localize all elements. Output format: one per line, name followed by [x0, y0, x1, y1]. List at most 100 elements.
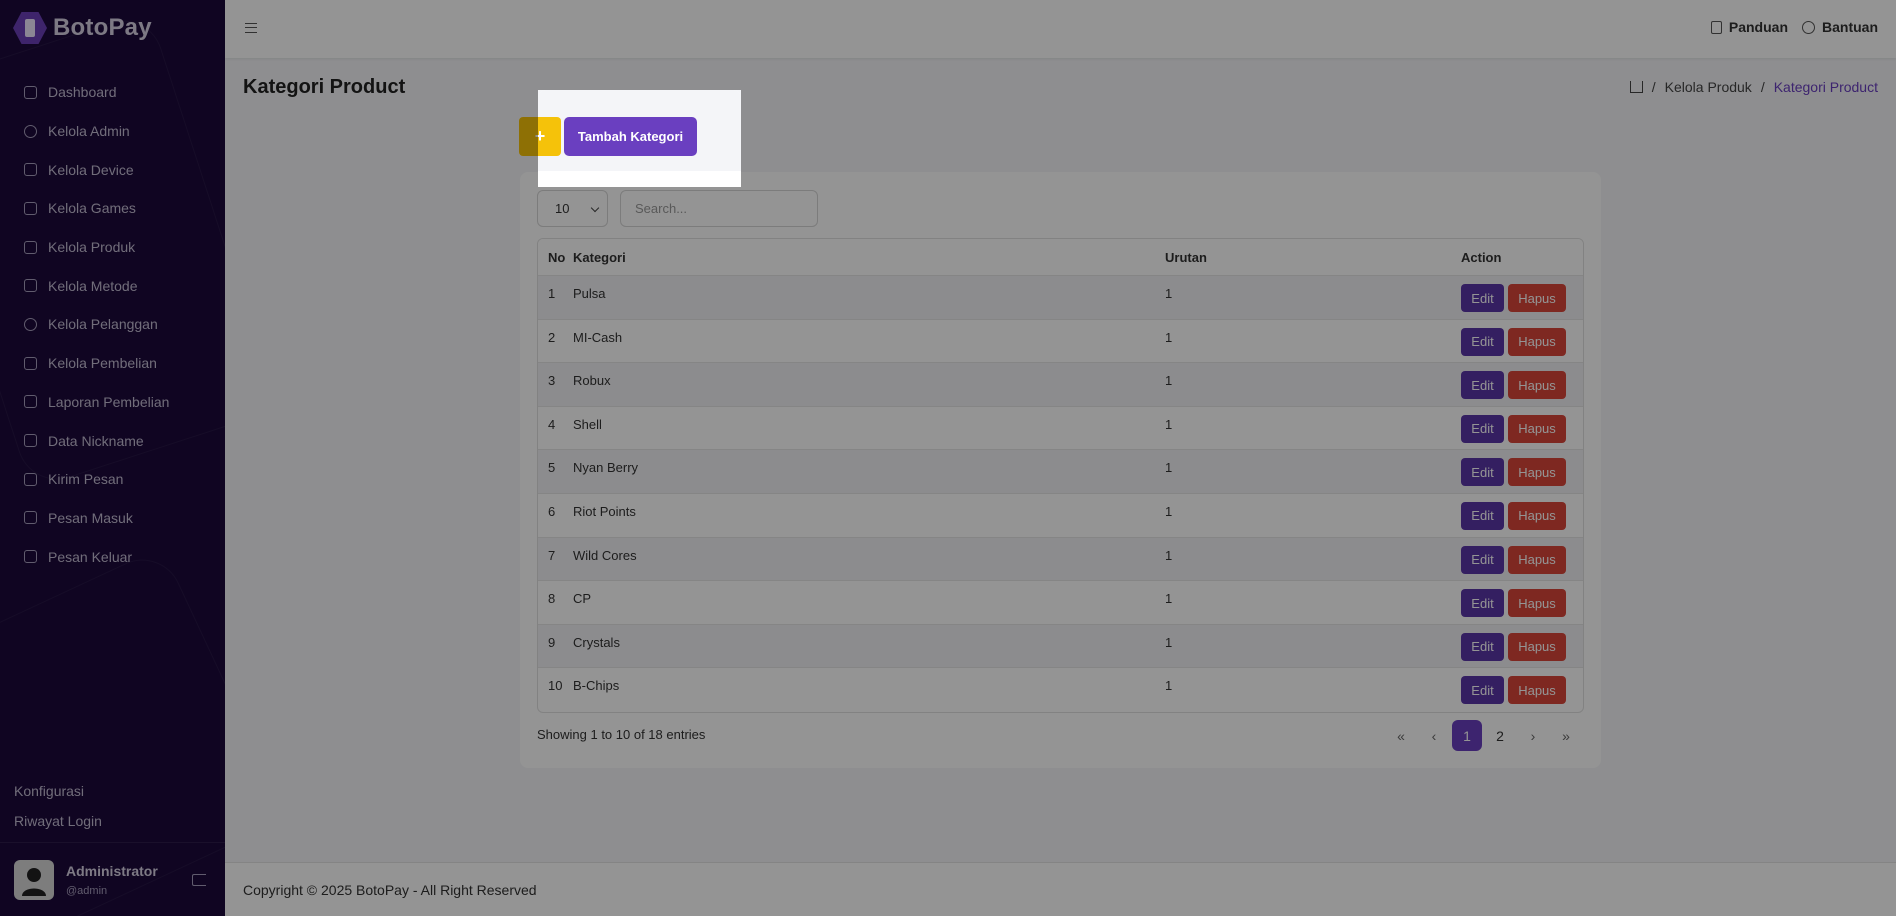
edit-button[interactable]: Edit	[1461, 589, 1504, 618]
book-icon	[1710, 20, 1722, 34]
column-header-urutan[interactable]: Urutan	[1165, 250, 1461, 265]
sidebar-item-label: Kirim Pesan	[48, 471, 124, 488]
sidebar-item-dashboard[interactable]: Dashboard	[0, 73, 225, 112]
cell-no: 7	[548, 547, 556, 563]
delete-button[interactable]: Hapus	[1508, 545, 1566, 574]
cell-urutan: 1	[1165, 286, 1173, 301]
add-category-button[interactable]: Tambah Kategori	[564, 117, 697, 156]
page-title: Kategori Product	[243, 76, 406, 98]
sidebar-item-kirim-pesan[interactable]: Kirim Pesan	[0, 460, 225, 499]
cell-urutan: 1	[1165, 416, 1173, 432]
sidebar-item-label: Laporan Pembelian	[48, 393, 170, 410]
edit-button[interactable]: Edit	[1461, 632, 1504, 661]
delete-button[interactable]: Hapus	[1508, 371, 1566, 400]
next-page-button[interactable]: ›	[1518, 720, 1548, 751]
sidebar-item-kelola-games[interactable]: Kelola Games	[0, 189, 225, 228]
edit-button[interactable]: Edit	[1461, 327, 1504, 356]
sidebar-item-pesan-keluar[interactable]: Pesan Keluar	[0, 537, 225, 576]
delete-button[interactable]: Hapus	[1508, 589, 1566, 618]
devices-icon	[24, 163, 37, 177]
sidebar-item-label: Kelola Admin	[48, 123, 130, 140]
panduan-link[interactable]: Panduan	[1710, 19, 1788, 35]
column-header-no[interactable]: No	[538, 250, 573, 265]
logout-icon[interactable]	[192, 874, 206, 886]
help-icon	[1802, 20, 1815, 34]
sidebar-item-label: Kelola Pembelian	[48, 355, 157, 372]
chevron-down-icon	[590, 203, 600, 213]
column-header-action: Action	[1461, 249, 1502, 265]
home-icon[interactable]	[1629, 81, 1643, 93]
edit-button[interactable]: Edit	[1461, 501, 1504, 530]
cell-no: 1	[548, 286, 556, 301]
bantuan-link[interactable]: Bantuan	[1802, 19, 1878, 35]
sidebar-item-laporan-pembelian[interactable]: Laporan Pembelian	[0, 383, 225, 422]
edit-button[interactable]: Edit	[1461, 414, 1504, 443]
edit-button[interactable]: Edit	[1461, 545, 1504, 574]
sidebar-item-label: Dashboard	[48, 84, 117, 101]
prev-page-button[interactable]: ‹	[1419, 720, 1449, 751]
page-length-select[interactable]: 10	[537, 190, 608, 227]
delete-button[interactable]: Hapus	[1508, 458, 1566, 487]
send-icon	[24, 472, 37, 486]
report-icon	[24, 395, 37, 409]
cell-kategori: Nyan Berry	[573, 460, 639, 476]
id-card-icon	[24, 434, 37, 448]
users-icon	[24, 317, 37, 331]
menu-toggle-icon[interactable]	[245, 23, 257, 33]
table-row: 9 Crystals 1 Edit Hapus	[538, 624, 1583, 669]
user-icon	[24, 124, 37, 138]
table-row: 4 Shell 1 Edit Hapus	[538, 407, 1583, 451]
sidebar-item-konfigurasi[interactable]: Konfigurasi	[14, 776, 102, 806]
outbox-icon	[24, 550, 37, 564]
cart-icon	[24, 356, 37, 370]
add-icon-button[interactable]: +	[519, 117, 561, 156]
delete-button[interactable]: Hapus	[1508, 284, 1566, 312]
column-header-kategori[interactable]: Kategori	[573, 250, 1165, 265]
edit-button[interactable]: Edit	[1461, 676, 1504, 705]
cell-urutan: 1	[1165, 591, 1173, 607]
table-row: 8 CP 1 Edit Hapus	[538, 581, 1583, 625]
search-input[interactable]	[620, 190, 818, 227]
kategori-table: No Kategori Urutan Action 1 Pulsa 1 Edit Hap…	[537, 238, 1584, 713]
delete-button[interactable]: Hapus	[1508, 632, 1566, 661]
user-silhouette-icon	[22, 867, 46, 896]
sidebar-nav: Dashboard Kelola Admin Kelola Device Kel…	[0, 73, 225, 576]
page-2-button[interactable]: 2	[1485, 720, 1515, 751]
sidebar-item-kelola-admin[interactable]: Kelola Admin	[0, 112, 225, 151]
cell-kategori: CP	[573, 591, 592, 607]
cell-urutan: 1	[1165, 460, 1173, 476]
breadcrumb-item-kelola-produk[interactable]: Kelola Produk	[1665, 79, 1752, 95]
sidebar-item-pesan-masuk[interactable]: Pesan Masuk	[0, 499, 225, 538]
cell-no: 6	[548, 503, 556, 519]
sidebar-item-data-nickname[interactable]: Data Nickname	[0, 421, 225, 460]
sidebar-bottom-links: Konfigurasi Riwayat Login	[14, 776, 102, 836]
sidebar-item-kelola-produk[interactable]: Kelola Produk	[0, 228, 225, 267]
edit-button[interactable]: Edit	[1461, 371, 1504, 400]
sidebar-item-kelola-pembelian[interactable]: Kelola Pembelian	[0, 344, 225, 383]
brand-logo[interactable]: BotoPay	[13, 12, 152, 44]
cell-urutan: 1	[1165, 678, 1173, 694]
delete-button[interactable]: Hapus	[1508, 676, 1566, 705]
delete-button[interactable]: Hapus	[1508, 327, 1566, 356]
edit-button[interactable]: Edit	[1461, 458, 1504, 487]
delete-button[interactable]: Hapus	[1508, 414, 1566, 443]
sidebar-item-riwayat-login[interactable]: Riwayat Login	[14, 806, 102, 836]
credit-card-icon	[24, 279, 37, 293]
last-page-button[interactable]: »	[1551, 720, 1581, 751]
edit-button[interactable]: Edit	[1461, 284, 1504, 312]
table-row: 7 Wild Cores 1 Edit Hapus	[538, 537, 1583, 582]
cell-kategori: Robux	[573, 373, 611, 389]
cell-urutan: 1	[1165, 547, 1173, 563]
page-1-button[interactable]: 1	[1452, 720, 1482, 751]
first-page-button[interactable]: «	[1386, 720, 1416, 751]
cell-kategori: MI-Cash	[573, 329, 623, 345]
table-header-row: No Kategori Urutan Action	[538, 239, 1583, 276]
user-profile: Administrator @admin	[0, 842, 225, 916]
sidebar-item-kelola-device[interactable]: Kelola Device	[0, 150, 225, 189]
table-info: Showing 1 to 10 of 18 entries	[537, 727, 706, 742]
sidebar-item-kelola-pelanggan[interactable]: Kelola Pelanggan	[0, 305, 225, 344]
sidebar-item-kelola-metode[interactable]: Kelola Metode	[0, 266, 225, 305]
botopay-logo-icon	[13, 12, 47, 44]
delete-button[interactable]: Hapus	[1508, 501, 1566, 530]
cell-urutan: 1	[1165, 634, 1173, 650]
